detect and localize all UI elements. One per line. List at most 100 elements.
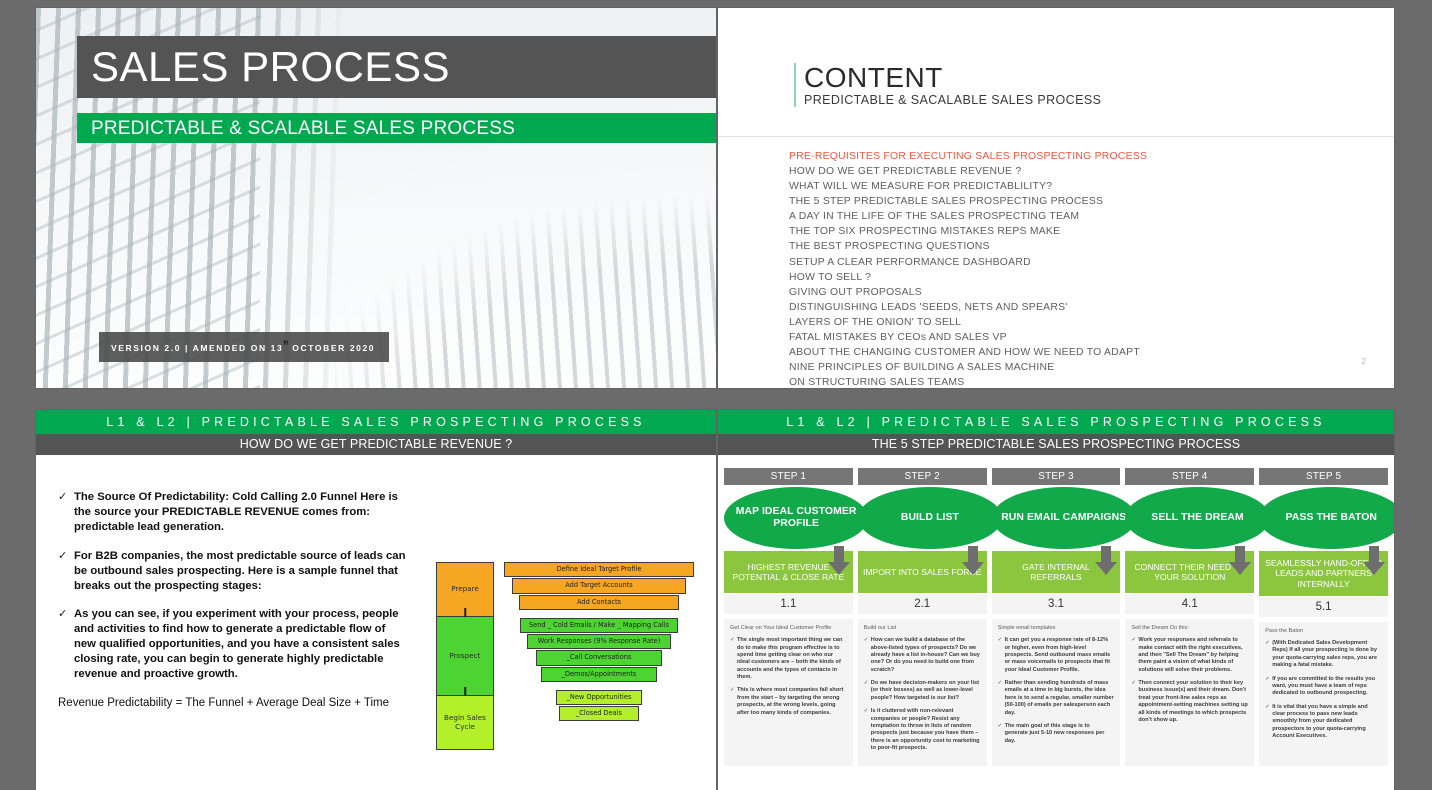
step-number: 1.1 bbox=[724, 594, 853, 614]
content-list-item[interactable]: WHAT WILL WE MEASURE FOR PREDICTABLILITY… bbox=[789, 179, 1147, 194]
funnel-bar: _Call Conversations bbox=[536, 650, 662, 666]
step-detail-text: It can get you a response rate of 8-12% … bbox=[1004, 637, 1111, 673]
step-detail-bullet: ✓ This is where most companies fall short… bbox=[730, 687, 847, 717]
step-detail-text: This is where most companies fall short … bbox=[737, 687, 844, 716]
step-header: STEP 4 bbox=[1125, 468, 1255, 485]
step-detail-panel: Sell the Dream Do this: ✓ Work your respon… bbox=[1125, 619, 1255, 767]
step-column[interactable]: STEP 5 PASS THE BATON SEAMLESSLY HAND-OFF … bbox=[1259, 468, 1394, 767]
page-title: SALES PROCESS bbox=[91, 43, 450, 90]
content-list-item[interactable]: ABOUT THE CHANGING CUSTOMER AND HOW WE N… bbox=[789, 345, 1147, 360]
content-list-item[interactable]: HOW TO SELL ? bbox=[789, 270, 1147, 285]
step-detail-text: The main goal of this stage is to genera… bbox=[1004, 722, 1105, 744]
content-list-item[interactable]: A DAY IN THE LIFE OF THE SALES PROSPECTI… bbox=[789, 209, 1147, 224]
funnel-stage-column: Prepare Prospect Begin Sales Cycle bbox=[436, 562, 494, 750]
step-detail-heading: Simple email templates bbox=[997, 625, 1056, 631]
step-detail-bullet: ✓ The single most important thing we can … bbox=[730, 637, 847, 681]
slide-five-step-process[interactable]: L1 & L2 | PREDICTABLE SALES PROSPECTING … bbox=[718, 410, 1394, 790]
slide4-band-title: L1 & L2 | PREDICTABLE SALES PROSPECTING … bbox=[718, 410, 1394, 434]
funnel-stage-label: Begin Sales Cycle bbox=[444, 713, 486, 731]
step-header: STEP 3 bbox=[991, 468, 1121, 485]
step-oval-wrap: BUILD LIST bbox=[857, 487, 1003, 575]
step-column[interactable]: STEP 4 SELL THE DREAM CONNECT THEIR NEED T… bbox=[1125, 468, 1270, 767]
five-step-grid: STEP 1 MAP IDEAL CUSTOMER PROFILE HIGHEST … bbox=[724, 468, 1394, 767]
step-detail-bullet: ✓ (With Dedicated Sales Development Reps)… bbox=[1265, 640, 1382, 670]
content-list-item[interactable]: THE TOP SIX PROSPECTING MISTAKES REPS MA… bbox=[789, 224, 1147, 239]
funnel-bar: Send _ Cold Emails / Make _ Mapping Call… bbox=[520, 617, 678, 633]
content-list-item[interactable]: LAYERS OF THE ONION' TO SELL bbox=[789, 315, 1147, 330]
step-detail-text: (With Dedicated Sales Development Reps) … bbox=[1272, 640, 1377, 669]
funnel-bar: _New Opportunities bbox=[556, 689, 642, 705]
check-icon: ✓ bbox=[997, 722, 1003, 729]
check-icon: ✓ bbox=[863, 680, 869, 687]
step-detail-heading: Pass the Baton bbox=[1265, 627, 1304, 634]
page-subtitle: PREDICTABLE & SCALABLE SALES PROCESS bbox=[91, 117, 515, 139]
content-list-item[interactable]: ON STRUCTURING SALES TEAMS bbox=[789, 375, 1147, 388]
check-icon: ✓ bbox=[58, 608, 68, 621]
funnel-gap bbox=[504, 611, 694, 618]
step-detail-text: Work your responses and referrals to mak… bbox=[1138, 637, 1243, 673]
step-number: 5.1 bbox=[1259, 596, 1388, 617]
content-list-item[interactable]: GIVING OUT PROPOSALS bbox=[789, 285, 1147, 300]
funnel-stage: Prospect bbox=[436, 617, 494, 714]
step-detail-bullet: ✓ Is it cluttered with non-relevant compa… bbox=[864, 708, 981, 752]
slide3-band-title: L1 & L2 | PREDICTABLE SALES PROSPECTING … bbox=[36, 410, 716, 434]
step-detail-panel: Pass the Baton ✓ (With Dedicated Sales Dev… bbox=[1259, 621, 1388, 767]
content-list-item[interactable]: NINE PRINCIPLES OF BUILDING A SALES MACH… bbox=[789, 360, 1147, 375]
content-list-item[interactable]: HOW DO WE GET PREDICTABLE REVENUE ? bbox=[789, 164, 1147, 179]
slide-content[interactable]: CONTENT PREDICTABLE & SACALABLE SALES PR… bbox=[718, 8, 1394, 388]
step-column[interactable]: STEP 1 MAP IDEAL CUSTOMER PROFILE HIGHEST … bbox=[724, 468, 869, 767]
step-detail-bullet: ✓ How can we build a database of the abov… bbox=[864, 637, 981, 674]
slide4-band-subtitle: THE 5 STEP PREDICTABLE SALES PROSPECTING… bbox=[718, 434, 1394, 455]
step-column[interactable]: STEP 3 RUN EMAIL CAMPAIGNS GATE INTERNAL R… bbox=[991, 468, 1136, 767]
funnel-gap bbox=[504, 683, 694, 690]
check-icon: ✓ bbox=[1265, 703, 1270, 710]
step-header: STEP 1 bbox=[724, 468, 853, 485]
step-detail-text: Then connect your solution to their key … bbox=[1138, 680, 1248, 723]
content-list-item[interactable]: SETUP A CLEAR PERFORMANCE DASHBOARD bbox=[789, 255, 1147, 270]
step-header: STEP 5 bbox=[1259, 468, 1388, 485]
slide3-band-subtitle: HOW DO WE GET PREDICTABLE REVENUE ? bbox=[36, 434, 716, 455]
step-detail-text: The single most important thing we can d… bbox=[737, 637, 843, 681]
content-list-item[interactable]: PRE-REQUISITES FOR EXECUTING SALES PROSP… bbox=[789, 149, 1147, 164]
content-list-item[interactable]: THE 5 STEP PREDICTABLE SALES PROSPECTING… bbox=[789, 194, 1147, 209]
slide3-bullet-list: ✓ The Source Of Predictability: Cold Call… bbox=[36, 466, 426, 790]
content-list-item[interactable]: FATAL MISTAKES BY CEOs AND SALES VP bbox=[789, 330, 1147, 345]
bullet-item: ✓ The Source Of Predictability: Cold Call… bbox=[58, 490, 410, 535]
slide-predictable-revenue[interactable]: L1 & L2 | PREDICTABLE SALES PROSPECTING … bbox=[36, 410, 716, 790]
slide-title[interactable]: SALES PROCESS PREDICTABLE & SCALABLE SAL… bbox=[36, 8, 716, 388]
step-detail-bullet: ✓ Rather than sending hundreds of mass em… bbox=[998, 680, 1115, 717]
step-detail-text: How can we build a database of the above… bbox=[870, 637, 980, 673]
step-detail-text: Is it cluttered with non-relevant compan… bbox=[870, 708, 980, 752]
version-badge: VERSION 2.0 | AMENDED ON 13th OCTOBER 20… bbox=[99, 332, 390, 362]
step-number: 2.1 bbox=[857, 594, 987, 614]
header-divider bbox=[718, 136, 1394, 137]
funnel-bar: _Closed Deals bbox=[559, 706, 639, 722]
step-detail-text: If you are committed to the results you … bbox=[1272, 675, 1376, 697]
step-detail-bullet: ✓ Work your responses and referrals to ma… bbox=[1131, 637, 1248, 674]
content-subheading: PREDICTABLE & SACALABLE SALES PROCESS bbox=[804, 93, 1102, 108]
content-list-item[interactable]: DISTINGUISHING LEADS 'SEEDS, NETS AND SP… bbox=[789, 300, 1147, 315]
step-oval-wrap: MAP IDEAL CUSTOMER PROFILE bbox=[724, 487, 869, 575]
step-header: STEP 2 bbox=[857, 468, 987, 485]
step-column[interactable]: STEP 2 BUILD LIST IMPORT INTO SALES FORCE 2… bbox=[857, 468, 1003, 767]
bullet-item: ✓ As you can see, if you experiment with … bbox=[58, 607, 410, 682]
funnel-bar: Define Ideal Target Profile bbox=[504, 562, 694, 578]
funnel-stage: Begin Sales Cycle bbox=[436, 696, 494, 750]
title-bar: SALES PROCESS bbox=[77, 36, 716, 98]
step-detail-panel: Build our List ✓ How can we build a databa… bbox=[857, 619, 987, 767]
step-oval-label: MAP IDEAL CUSTOMER PROFILE bbox=[724, 487, 869, 549]
check-icon: ✓ bbox=[58, 491, 68, 503]
bullet-item: ✓ For B2B companies, the most predictable… bbox=[58, 549, 410, 594]
step-detail-heading: Build our List bbox=[863, 625, 897, 631]
check-icon: ✓ bbox=[863, 708, 869, 715]
step-detail-bullet: ✓ The main goal of this stage is to gener… bbox=[998, 723, 1115, 745]
accent-bar bbox=[794, 63, 796, 108]
check-icon: ✓ bbox=[730, 687, 735, 694]
content-list-item[interactable]: THE BEST PROSPECTING QUESTIONS bbox=[789, 239, 1147, 254]
version-text-post: OCTOBER 2020 bbox=[288, 343, 376, 353]
content-heading: CONTENT bbox=[804, 62, 943, 93]
step-detail-text: Rather than sending hundreds of mass ema… bbox=[1004, 680, 1114, 716]
funnel-stage-label: Prospect bbox=[449, 650, 481, 660]
step-detail-heading: Get Clear on Your Ideal Customer Profile bbox=[730, 625, 832, 631]
funnel-diagram: Prepare Prospect Begin Sales Cycle Define … bbox=[426, 466, 716, 790]
